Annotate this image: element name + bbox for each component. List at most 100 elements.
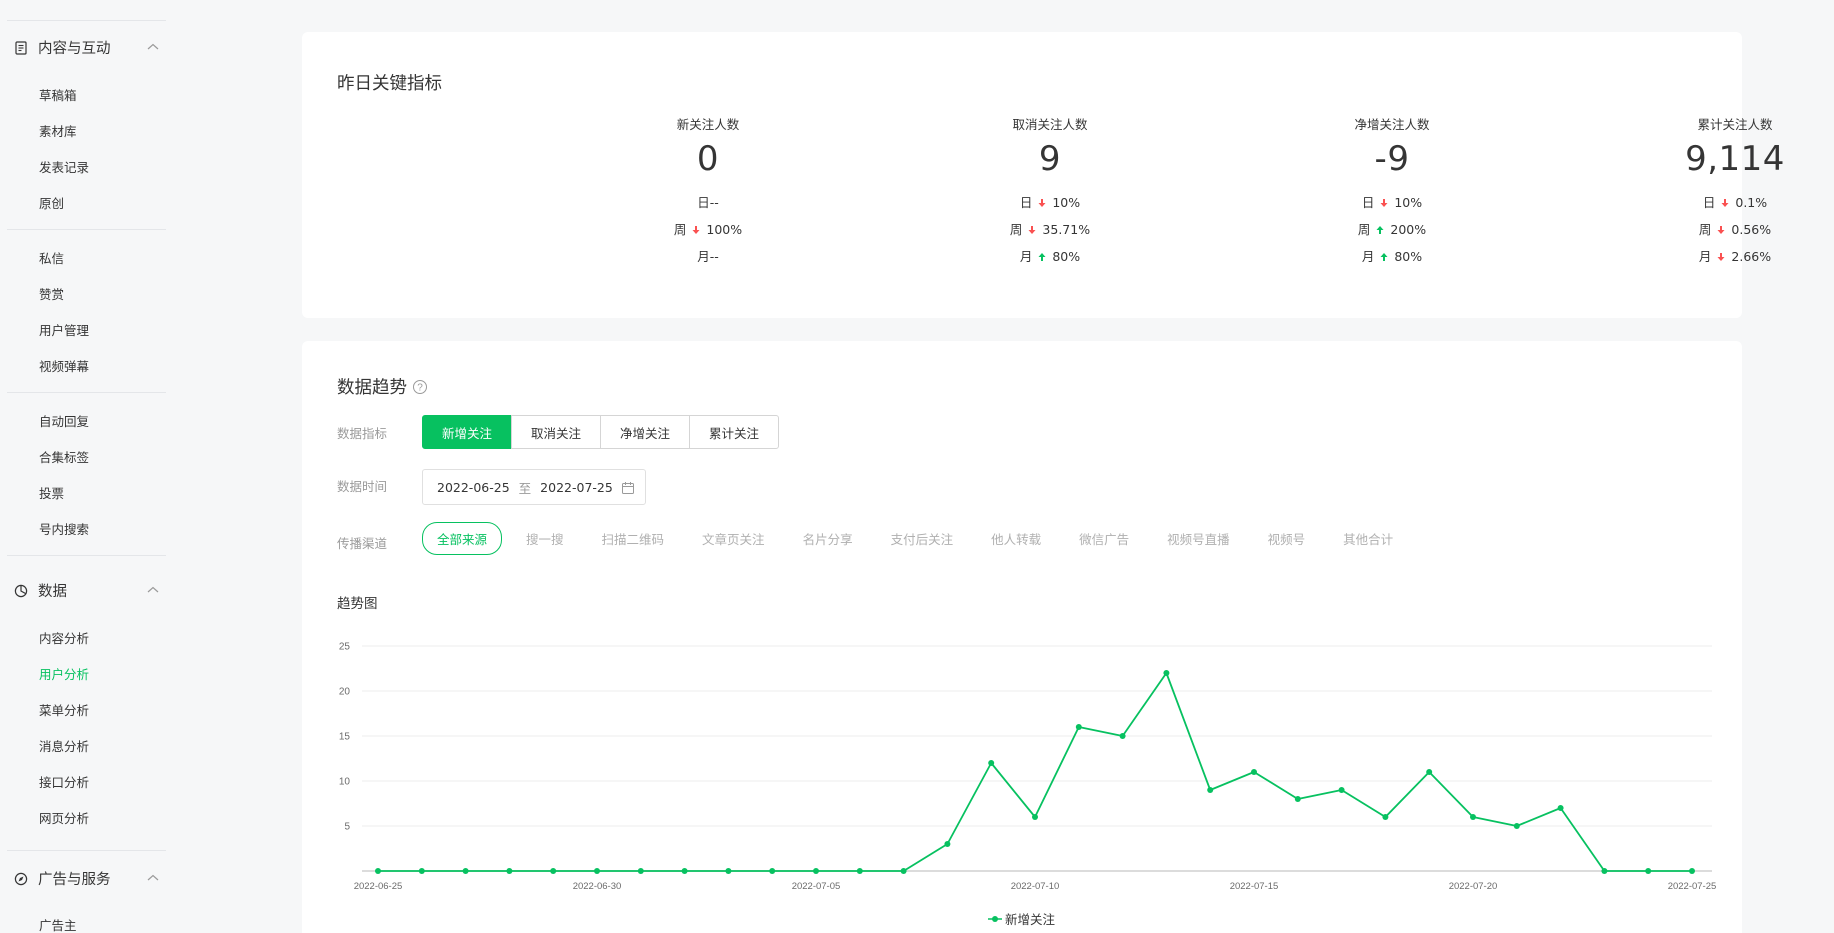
data-point [769,868,776,874]
data-point [1382,814,1389,820]
change-period: 月 [1019,249,1033,264]
sidebar-item-message-analysis[interactable]: 消息分析 [39,736,89,755]
arrow-down-icon [1028,225,1036,234]
y-tick-label: 15 [339,732,351,743]
data-point [1601,868,1608,874]
data-point [988,760,995,766]
metric-change-row: 月 -- [608,243,808,270]
sidebar-item-auto-reply[interactable]: 自动回复 [39,411,89,430]
chevron-up-icon[interactable] [146,870,160,889]
divider [7,392,166,393]
x-tick-label: 2022-07-05 [792,881,841,892]
sidebar-item-vote[interactable]: 投票 [39,483,64,502]
sidebar-item-menu-analysis[interactable]: 菜单分析 [39,700,89,719]
data-point [725,868,732,874]
sidebar-item-publish-history[interactable]: 发表记录 [39,157,89,176]
sidebar-item-rewards[interactable]: 赞赏 [39,284,64,303]
x-tick-label: 2022-06-25 [354,881,403,892]
y-tick-label: 5 [344,822,350,833]
data-point [1032,814,1038,820]
metric-change-row: 周 100% [608,216,808,243]
change-period: 月 [697,249,710,264]
x-tick-label: 2022-07-20 [1449,881,1498,892]
change-period: 月 [1698,249,1712,264]
change-value: 10% [1394,195,1423,210]
metric-rows: 日 0.1% 周 0.56% 月 2.66% [1635,189,1834,270]
sidebar-item-drafts[interactable]: 草稿箱 [39,85,77,104]
sidebar-item-collection-tags[interactable]: 合集标签 [39,447,89,466]
data-point [506,868,513,874]
change-period: 周 [1698,222,1712,237]
data-point [944,841,951,847]
change-period: 日 [1702,195,1716,210]
data-point [813,868,819,874]
data-point [1513,823,1520,829]
y-tick-label: 20 [339,687,351,698]
metric-change-row: 月 80% [950,243,1150,270]
nav-section-title: 广告与服务 [38,871,111,888]
metric-change-row: 周 200% [1292,216,1492,243]
metric-new-followers: 新关注人数 0 日 -- 周 100% 月 -- [608,114,808,270]
divider [7,229,166,230]
data-point [1294,796,1301,802]
metric-label: 净增关注人数 [1354,117,1430,132]
sidebar-item-advertiser[interactable]: 广告主 [39,915,77,933]
arrow-up-icon [1376,225,1384,234]
nav-section-title: 数据 [38,583,67,600]
document-icon [14,40,28,55]
sidebar-item-original[interactable]: 原创 [39,193,64,212]
data-point [1075,724,1082,730]
change-period: 日 [1019,195,1033,210]
change-value: -- [709,195,719,210]
arrow-up-icon [1038,252,1046,261]
sidebar-item-in-account-search[interactable]: 号内搜索 [39,519,89,538]
sidebar-item-webpage-analysis[interactable]: 网页分析 [39,808,89,827]
data-point [1251,769,1257,775]
compass-icon [14,871,28,886]
metric-rows: 日 10% 周 200% 月 80% [1292,189,1492,270]
sidebar-item-video-danmaku[interactable]: 视频弹幕 [39,356,89,375]
data-point [900,868,907,874]
sidebar-item-messages[interactable]: 私信 [39,248,64,267]
arrow-down-icon [1717,225,1725,234]
x-tick-label: 2022-07-15 [1230,881,1279,892]
sidebar-item-materials[interactable]: 素材库 [39,121,77,140]
change-value: 2.66% [1731,249,1772,264]
arrow-down-icon [1038,198,1046,207]
change-period: 日 [697,195,710,210]
metric-net-followers: 净增关注人数 -9 日 10% 周 200% 月 80% [1292,114,1492,270]
sidebar-item-user-analysis[interactable]: 用户分析 [39,664,89,683]
data-point [1119,733,1126,739]
metric-rows: 日 10% 周 35.71% 月 80% [950,189,1150,270]
metric-change-row: 月 80% [1292,243,1492,270]
x-tick-label: 2022-07-10 [1011,881,1060,892]
change-value: -- [709,249,719,264]
change-value: 80% [1394,249,1423,264]
chevron-up-icon[interactable] [146,582,160,601]
sidebar-item-user-management[interactable]: 用户管理 [39,320,89,339]
sidebar-item-api-analysis[interactable]: 接口分析 [39,772,89,791]
x-tick-label: 2022-07-25 [1668,881,1717,892]
change-period: 日 [1361,195,1375,210]
data-point [1338,787,1345,793]
data-point [594,868,600,874]
data-point [856,868,863,874]
change-value: 100% [706,222,743,237]
data-point [1470,814,1476,820]
metric-change-row: 月 2.66% [1635,243,1834,270]
nav-section-ads-services[interactable]: 广告与服务 [14,866,160,890]
arrow-down-icon [692,225,700,234]
data-point [1645,868,1652,874]
sidebar-item-content-analysis[interactable]: 内容分析 [39,628,89,647]
nav-section-data[interactable]: 数据 [14,578,160,602]
nav-section-content-interaction[interactable]: 内容与互动 [14,35,160,59]
data-point [681,868,688,874]
chart-legend[interactable]: 新增关注 [988,909,1055,928]
metric-change-row: 周 35.71% [950,216,1150,243]
trend-card: 数据趋势 ? 数据指标 新增关注 取消关注 净增关注 累计关注 数据时间 202… [302,341,1742,933]
metric-change-row: 日 10% [1292,189,1492,216]
arrow-down-icon [1721,198,1729,207]
series-line [378,672,1692,872]
chevron-up-icon[interactable] [146,39,160,58]
legend-marker [988,915,1002,922]
